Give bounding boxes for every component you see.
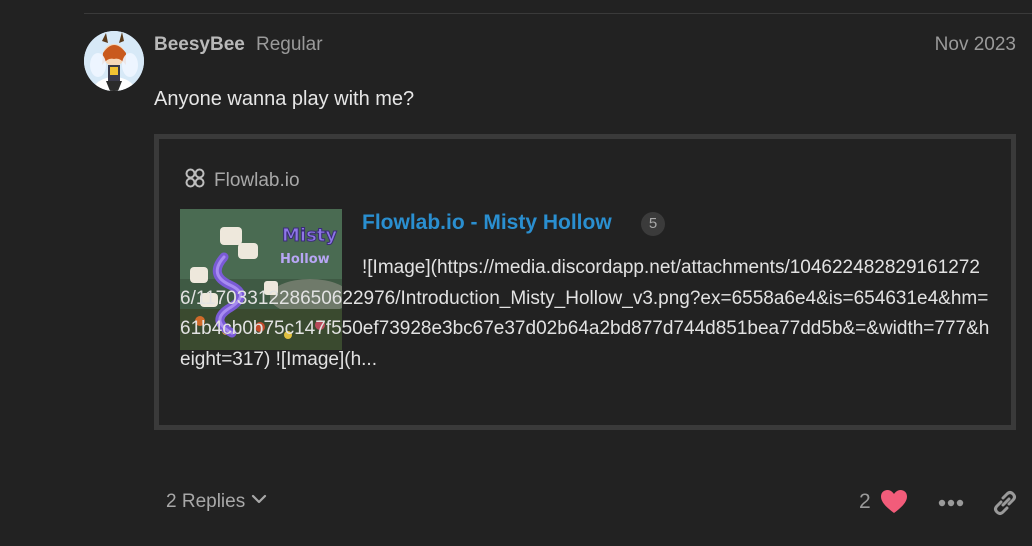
replies-toggle[interactable]: 2 Replies: [166, 491, 267, 513]
heart-icon[interactable]: [880, 489, 908, 515]
chevron-down-icon: [251, 491, 267, 513]
post-body: Anyone wanna play with me?: [154, 88, 415, 110]
avatar[interactable]: [84, 31, 144, 91]
preview-title-link[interactable]: Flowlab.io - Misty Hollow: [362, 211, 612, 235]
site-name: Flowlab.io: [214, 170, 300, 191]
ellipsis-icon[interactable]: [937, 490, 965, 516]
click-count-badge: 5: [641, 212, 665, 236]
post-date[interactable]: Nov 2023: [935, 34, 1016, 56]
avatar-image: [84, 31, 144, 91]
username[interactable]: BeesyBee: [154, 34, 245, 56]
post-divider: [84, 13, 1032, 14]
link-icon[interactable]: [991, 489, 1019, 517]
onebox-source[interactable]: Flowlab.io: [184, 167, 300, 195]
link-preview[interactable]: Flowlab.io Misty Hollow Flowlab.io - Mis…: [154, 134, 1016, 430]
preview-excerpt: ![Image](https://media.discordapp.net/at…: [180, 257, 990, 370]
flowlab-icon: [184, 167, 206, 195]
replies-label: 2 Replies: [166, 491, 246, 512]
user-title: Regular: [256, 34, 323, 55]
like-count[interactable]: 2: [859, 490, 871, 514]
svg-text:Misty: Misty: [282, 225, 337, 246]
